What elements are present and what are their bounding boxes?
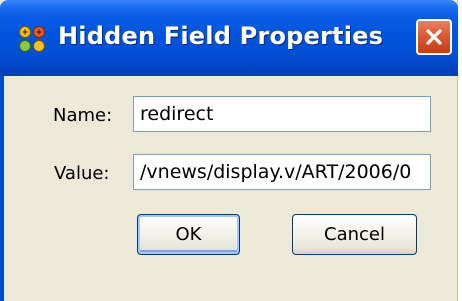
dialog-window: Hidden Field Properties Name: Value: OK … [0, 0, 458, 301]
close-button[interactable] [416, 19, 452, 55]
title-bar[interactable]: Hidden Field Properties [0, 0, 458, 76]
value-input[interactable] [134, 155, 430, 189]
value-field[interactable] [133, 154, 431, 190]
name-input[interactable] [134, 97, 430, 131]
name-label: Name: [53, 105, 113, 126]
dialog-content: Name: Value: OK Cancel [0, 76, 456, 301]
value-label: Value: [54, 163, 110, 184]
close-icon [426, 29, 442, 45]
window-title: Hidden Field Properties [58, 22, 384, 50]
ok-button[interactable]: OK [137, 214, 240, 255]
cancel-button[interactable]: Cancel [292, 214, 417, 255]
name-field[interactable] [133, 96, 431, 132]
app-dots-icon [18, 25, 46, 53]
